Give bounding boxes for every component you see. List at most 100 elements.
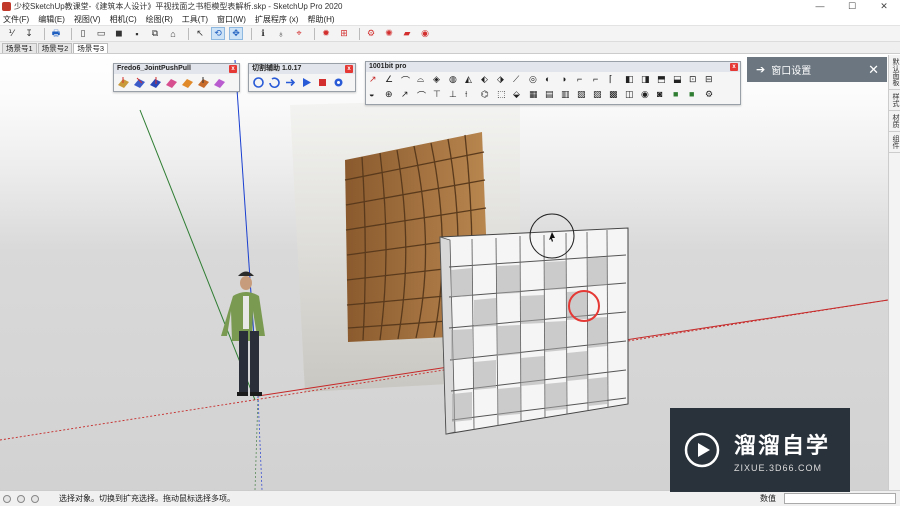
bit-tool-icon[interactable]: ◙ [657,89,670,102]
extension-gear-icon[interactable]: ✺ [382,27,396,40]
bit-tool-icon[interactable]: ▧ [577,89,590,102]
bit-tool-icon[interactable]: ■ [673,89,686,102]
bit-tool-icon[interactable]: ↗ [369,74,382,87]
close-icon[interactable]: x [229,65,237,73]
model-info-icon[interactable]: ℹ [256,27,270,40]
expand-arrow-icon[interactable]: ➔ [756,63,765,76]
arrow-right-icon[interactable] [284,76,297,89]
bit-tool-icon[interactable]: ⬙ [513,89,526,102]
bit-tool-icon[interactable]: ▤ [545,89,558,102]
pin-icon[interactable]: ↧ [22,27,36,40]
ruby-console-icon[interactable]: ⅟ [4,27,18,40]
normal-pushpull-icon[interactable] [149,76,162,89]
bit-tool-icon[interactable]: ■ [689,89,702,102]
bit-tool-icon[interactable]: ▦ [529,89,542,102]
open-file-icon[interactable]: ▭ [94,27,108,40]
panel-close-icon[interactable]: ✕ [868,62,879,78]
menu-window[interactable]: 窗口(W) [217,14,246,25]
orbit-tool-icon[interactable]: ⟲ [211,27,225,40]
menu-extensions[interactable]: 扩展程序 (x) [255,14,299,25]
select-tool-icon[interactable]: ↖ [193,27,207,40]
refresh-icon[interactable] [268,76,281,89]
bit-tool-icon[interactable]: ⊟ [705,74,718,87]
bit-tool-icon[interactable]: ⊡ [689,74,702,87]
extension-manager-icon[interactable]: ⚙ [364,27,378,40]
folder-icon[interactable]: ▰ [400,27,414,40]
menu-view[interactable]: 视图(V) [74,14,101,25]
bit-tool-icon[interactable]: ⌓ [417,74,430,87]
bit-tool-icon[interactable]: ◎ [529,74,542,87]
bit-tool-icon[interactable]: ⟊ [465,89,478,102]
bit-tool-icon[interactable]: ⌒ [401,74,414,87]
bit-tool-icon[interactable]: ◈ [433,74,446,87]
scene-tab-2[interactable]: 场景号2 [37,43,73,53]
bit-tool-icon[interactable]: ◍ [449,74,462,87]
joint-pushpull-icon[interactable] [117,76,130,89]
menu-edit[interactable]: 编辑(E) [38,14,65,25]
bit-tool-icon[interactable]: ⟋ [513,74,526,87]
bit-tool-icon[interactable]: ◭ [465,74,478,87]
bit-tool-icon[interactable]: ⬚ [497,89,510,102]
tray-tab-components[interactable]: 组件 [889,132,900,153]
thicken-icon[interactable] [181,76,194,89]
layers-icon[interactable]: ♁ [274,27,288,40]
bit-tool-icon[interactable]: ⊕ [385,89,398,102]
bit-tool-icon[interactable]: ▨ [593,89,606,102]
pan-tool-icon[interactable]: ✥ [229,27,243,40]
bit-tool-icon[interactable]: ↗ [401,89,414,102]
rotate-icon[interactable] [252,76,265,89]
bit-tool-icon[interactable]: ⌈ [609,74,622,87]
credits-status-icon[interactable] [17,494,25,503]
bit-tool-icon[interactable]: ◨ [641,74,654,87]
window-settings-panel[interactable]: ➔ 窗口设置 ✕ [747,57,887,82]
modeled-shelf[interactable] [439,227,629,435]
scene-tab-1[interactable]: 场景号1 [2,43,37,53]
maximize-button[interactable]: ☐ [836,0,868,13]
bit-tool-icon[interactable]: ⬓ [673,74,686,87]
bit-tool-icon[interactable]: ⬖ [481,74,494,87]
bit-tool-icon[interactable]: ◉ [641,89,654,102]
bit-tool-icon[interactable]: ⬒ [657,74,670,87]
print-icon[interactable]: 🖶 [49,27,63,40]
bit-tool-icon[interactable]: ◧ [625,74,638,87]
extrude-icon[interactable] [165,76,178,89]
finishing-icon[interactable] [213,76,226,89]
bit-tool-icon[interactable]: ⚙ [705,89,718,102]
bit-tool-icon[interactable]: ⊤ [433,89,446,102]
bit-tool-icon[interactable]: ▥ [561,89,574,102]
bit-tool-icon[interactable]: ⬗ [497,74,510,87]
warehouse-icon[interactable]: ⊞ [337,27,351,40]
scene-tab-3[interactable]: 场景号3 [73,43,109,53]
paste-icon[interactable]: ⌂ [166,27,180,40]
bit-tool-icon[interactable]: ⌐ [577,74,590,87]
round-pushpull-icon[interactable] [197,76,210,89]
minimize-button[interactable]: — [804,0,836,13]
vector-pushpull-icon[interactable] [133,76,146,89]
bit-tool-icon[interactable]: ⌐ [593,74,606,87]
bit-tool-icon[interactable]: ∠ [385,74,398,87]
tray-tab-default[interactable]: 默认面板 [889,55,900,90]
geo-location-icon[interactable]: ⌖ [292,27,306,40]
bit-tool-icon[interactable]: ◫ [625,89,638,102]
menu-camera[interactable]: 相机(C) [110,14,137,25]
bit-tool-icon[interactable]: ⊥ [449,89,462,102]
menu-file[interactable]: 文件(F) [3,14,29,25]
save-icon[interactable]: ◼ [112,27,126,40]
new-file-icon[interactable]: ▯ [76,27,90,40]
menu-draw[interactable]: 绘图(R) [146,14,173,25]
menu-tools[interactable]: 工具(T) [182,14,208,25]
copy-icon[interactable]: ⧉ [148,27,162,40]
bit-tool-icon[interactable]: ⌬ [481,89,494,102]
cut-icon[interactable]: ▪ [130,27,144,40]
record-icon[interactable]: ◉ [418,27,432,40]
bit-tool-icon[interactable]: ⌒ [417,89,430,102]
scale-figure[interactable] [221,271,265,397]
measurements-input[interactable] [784,493,896,504]
bit-tool-icon[interactable]: ◐ [545,74,558,87]
settings-gear-icon[interactable]: ✹ [319,27,333,40]
settings-icon[interactable] [332,76,345,89]
geo-status-icon[interactable] [3,494,11,503]
arrow-forward-icon[interactable] [300,76,313,89]
close-button[interactable]: ✕ [868,0,900,13]
bit-tool-icon[interactable]: ◑ [561,74,574,87]
